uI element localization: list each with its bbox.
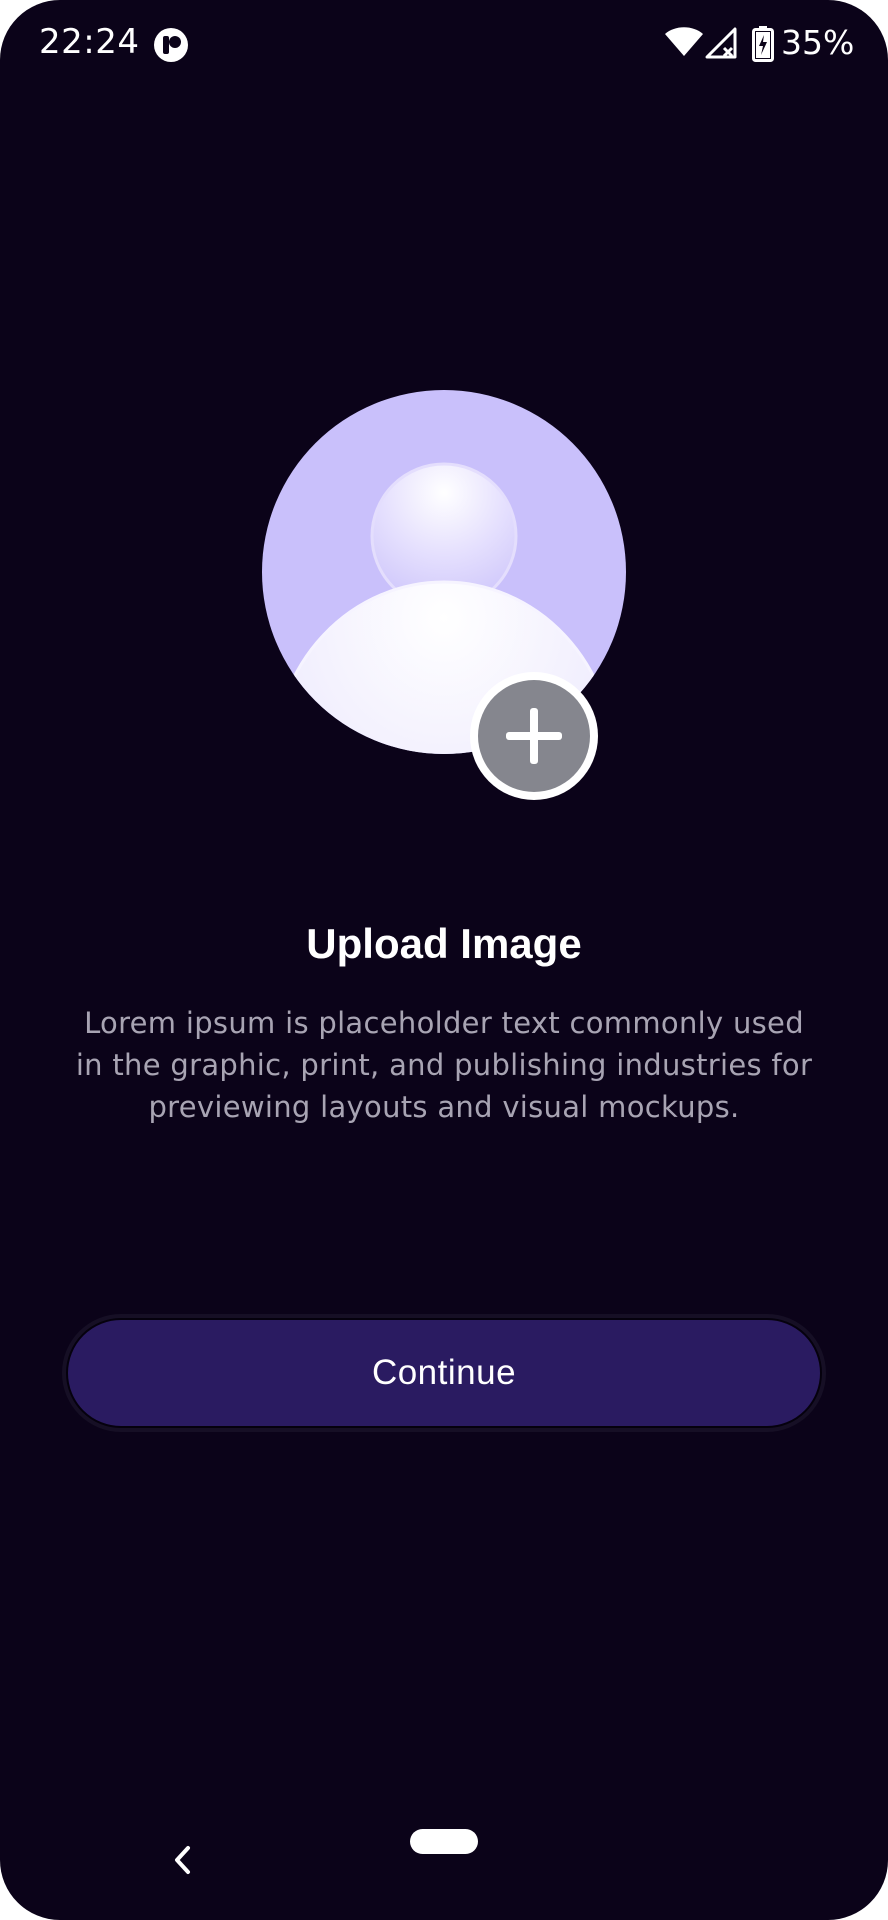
battery-charging-icon <box>752 26 774 62</box>
continue-button-label: Continue <box>371 1353 517 1392</box>
app-notification-icon <box>154 28 188 62</box>
add-photo-button[interactable] <box>470 672 598 800</box>
status-bar: 22:24 35% <box>0 0 888 90</box>
signal-no-service-icon <box>705 27 737 59</box>
battery-percent: 35% <box>781 23 855 62</box>
plus-icon <box>506 708 562 764</box>
add-photo-button-face <box>478 680 590 792</box>
wifi-icon <box>665 27 703 56</box>
page-description: Lorem ipsum is placeholder text commonly… <box>75 1006 813 1124</box>
home-pill[interactable] <box>410 1829 478 1854</box>
status-time: 22:24 <box>39 22 140 62</box>
back-icon[interactable] <box>168 1842 198 1878</box>
upload-image-screen: 22:24 35% Upload Image Lorem ipsum is pl… <box>0 0 888 1920</box>
continue-button[interactable]: Continue <box>66 1318 822 1428</box>
page-title: Upload Image <box>306 920 582 967</box>
